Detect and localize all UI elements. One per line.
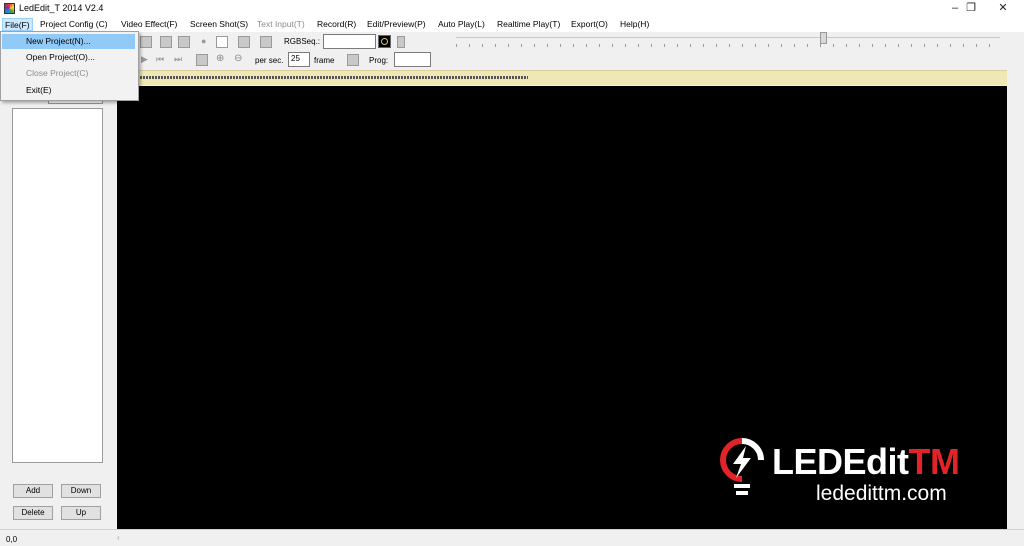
menu-export[interactable]: Export(O) (569, 18, 610, 31)
timeline-slider-track[interactable] (456, 37, 1000, 38)
rgb-seq-label: RGBSeq.: (284, 37, 321, 46)
tool-button[interactable] (140, 36, 152, 48)
brand-main: LEDEdit (772, 441, 909, 482)
menu-auto-play[interactable]: Auto Play(L) (436, 18, 487, 31)
play-icon[interactable]: ▶ (141, 54, 148, 65)
app-icon (4, 3, 15, 14)
menu-item-open-project[interactable]: Open Project(O)... (2, 50, 135, 65)
menu-item-close-project[interactable]: Close Project(C) (2, 66, 135, 81)
prog-field[interactable] (394, 52, 431, 67)
menu-item-new-project[interactable]: New Project(N)... (2, 34, 135, 49)
stop-icon[interactable] (216, 36, 228, 48)
frame-rate-field[interactable]: 25 (288, 52, 310, 67)
brand-logo-text: LEDEditTM (772, 441, 960, 483)
timeline-slider-ticks (456, 44, 1000, 47)
lightbulb-bolt-icon (720, 438, 764, 495)
rgb-seq-field[interactable] (323, 34, 376, 49)
down-button[interactable]: Down (61, 484, 101, 498)
prog-label: Prog: (369, 56, 389, 65)
previous-icon[interactable]: ⏮ (156, 54, 164, 65)
add-button[interactable]: Add (13, 484, 53, 498)
status-coords: 0,0 (6, 535, 18, 544)
menu-item-exit[interactable]: Exit(E) (2, 83, 135, 98)
tool-button[interactable] (347, 54, 359, 66)
zoom-out-icon[interactable]: ⊖ (234, 53, 242, 64)
status-bar (0, 529, 1024, 546)
delete-button[interactable]: Delete (13, 506, 53, 520)
frame-strip-dots (140, 76, 528, 79)
menu-text-input[interactable]: Text Input(T) (255, 18, 307, 31)
brand-tm: TM (908, 441, 960, 482)
menu-screen-shot[interactable]: Screen Shot(S) (188, 18, 250, 31)
project-list[interactable] (12, 108, 103, 463)
up-button[interactable]: Up (61, 506, 101, 520)
menu-file[interactable]: File(F) (2, 18, 33, 31)
menu-help[interactable]: Help(H) (618, 18, 651, 31)
close-icon[interactable]: ✕ (980, 0, 1024, 17)
record-dot-icon[interactable]: ● (201, 36, 206, 46)
tool-button[interactable] (238, 36, 250, 48)
brand-url: lededittm.com (816, 482, 947, 505)
menu-record[interactable]: Record(R) (315, 18, 358, 31)
menu-edit-preview[interactable]: Edit/Preview(P) (365, 18, 428, 31)
tool-button[interactable] (196, 54, 208, 66)
per-sec-label: per sec. (255, 56, 284, 65)
next-icon[interactable]: ⏭ (174, 54, 182, 65)
tool-button[interactable] (397, 36, 405, 48)
zoom-in-icon[interactable]: ⊕ (216, 53, 224, 64)
scroll-left-icon[interactable]: ‹ (117, 533, 120, 542)
tool-button[interactable] (160, 36, 172, 48)
tool-button[interactable] (178, 36, 190, 48)
color-swatch-icon[interactable] (378, 35, 391, 48)
menu-realtime-play[interactable]: Realtime Play(T) (495, 18, 562, 31)
vertical-scrollbar[interactable] (1007, 86, 1024, 529)
window-title: LedEdit_T 2014 V2.4 (19, 3, 104, 13)
tool-button[interactable] (260, 36, 272, 48)
menu-project-config[interactable]: Project Config (C) (38, 18, 110, 31)
frame-label: frame (314, 56, 335, 65)
timeline-slider-thumb[interactable] (820, 32, 827, 44)
title-bar (0, 0, 1024, 17)
menu-video-effect[interactable]: Video Effect(F) (119, 18, 179, 31)
